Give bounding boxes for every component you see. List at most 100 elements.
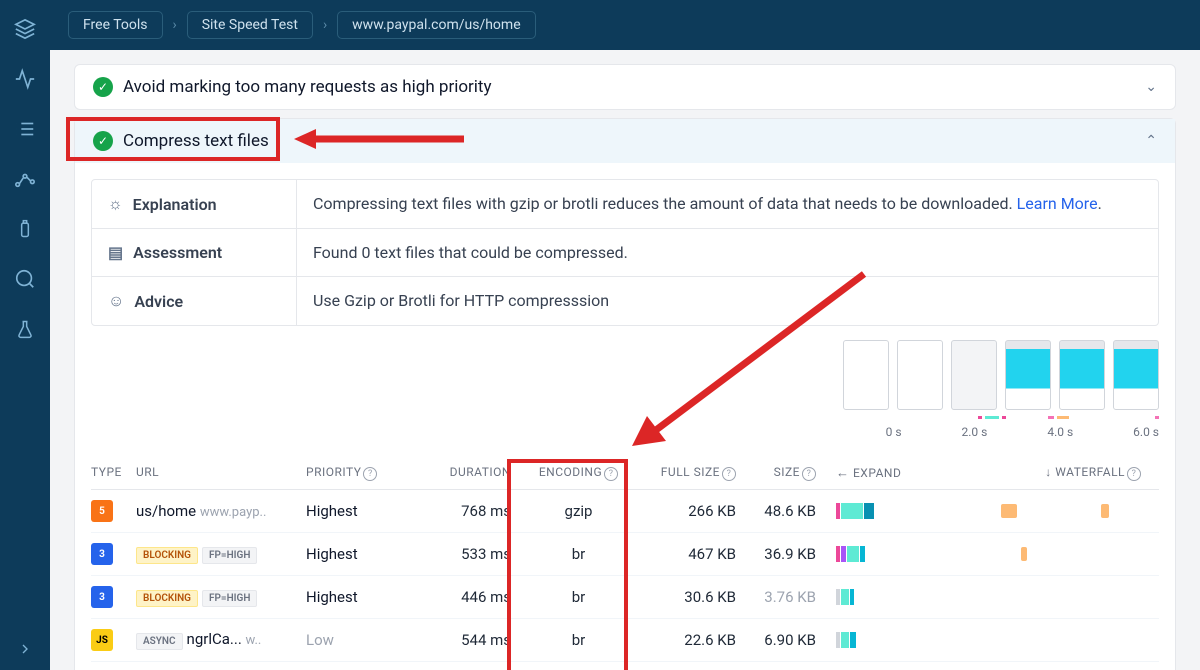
tag: BLOCKING <box>136 590 198 607</box>
url-text: us/home <box>136 502 196 520</box>
help-icon: ? <box>363 467 377 481</box>
assessment-label: ▤ Assessment <box>92 229 297 276</box>
list-icon[interactable] <box>14 118 36 140</box>
layers-icon[interactable] <box>14 18 36 40</box>
accordion-header[interactable]: ✓ Avoid marking too many requests as hig… <box>75 65 1175 109</box>
filmstrip-frame[interactable] <box>897 340 943 410</box>
table-row[interactable]: 3 BLOCKINGFP=HIGH Highest 533 ms br 467 … <box>91 533 1159 576</box>
file-type-icon: JS <box>91 629 113 651</box>
url-cell: us/home www.payp.. <box>136 502 306 520</box>
priority-cell: Highest <box>306 545 426 563</box>
learn-more-link[interactable]: Learn More <box>1017 194 1098 213</box>
help-icon: ? <box>604 467 618 481</box>
encoding-cell: gzip <box>521 502 636 520</box>
breadcrumb-site-speed[interactable]: Site Speed Test <box>187 11 313 39</box>
time-labels: 0 s 2.0 s 4.0 s 6.0 s <box>878 425 1159 439</box>
sidebar <box>0 0 50 670</box>
help-icon: ? <box>1127 467 1141 481</box>
accordion-header[interactable]: ✓ Compress text files ⌃ <box>75 119 1175 163</box>
filmstrip-frame[interactable] <box>843 340 889 410</box>
col-type-header: TYPE <box>91 465 136 481</box>
info-table: ☼ Explanation Compressing text files wit… <box>91 179 1159 326</box>
priority-cell: Highest <box>306 502 426 520</box>
size-cell: 48.6 KB <box>736 502 826 520</box>
col-fullsize-header[interactable]: FULL SIZE? <box>636 465 736 481</box>
chevron-right-icon[interactable] <box>14 638 36 660</box>
bottle-icon[interactable] <box>14 218 36 240</box>
breadcrumb-url[interactable]: www.paypal.com/us/home <box>337 11 535 39</box>
advice-label: ☺ Advice <box>92 277 297 325</box>
url-sub: www.payp.. <box>200 505 267 520</box>
filmstrip-frame[interactable] <box>1005 340 1051 410</box>
size-bars <box>836 502 926 520</box>
col-size-header[interactable]: SIZE? <box>736 465 826 481</box>
tag: FP=HIGH <box>202 547 257 564</box>
advice-text: Use Gzip or Brotli for HTTP compresssion <box>297 277 1158 325</box>
share-icon[interactable] <box>14 168 36 190</box>
col-expand-header[interactable]: ← EXPAND <box>826 465 926 481</box>
resources-table: TYPE URL PRIORITY? DURATION ENCODING? FU… <box>91 457 1159 662</box>
chat-icon: ☺ <box>108 291 124 311</box>
file-type-icon: 3 <box>91 543 113 565</box>
encoding-cell: br <box>521 545 636 563</box>
chevron-right-icon: › <box>323 17 327 33</box>
lightbulb-icon: ☼ <box>108 194 123 214</box>
check-circle-icon: ✓ <box>93 77 113 97</box>
file-type-icon: 3 <box>91 586 113 608</box>
encoding-cell: br <box>521 631 636 649</box>
flask-icon[interactable] <box>14 318 36 340</box>
size-bars <box>836 545 926 563</box>
waterfall-cell <box>926 545 1159 563</box>
url-cell: ASYNCngrlCa... w.. <box>136 630 306 650</box>
fullsize-cell: 22.6 KB <box>636 631 736 649</box>
breadcrumb-free-tools[interactable]: Free Tools <box>68 11 163 39</box>
duration-cell: 533 ms <box>426 545 521 563</box>
help-icon: ? <box>722 467 736 481</box>
tag: ASYNC <box>136 633 183 650</box>
size-cell: 36.9 KB <box>736 545 826 563</box>
table-header-row: TYPE URL PRIORITY? DURATION ENCODING? FU… <box>91 457 1159 490</box>
table-row[interactable]: JS ASYNCngrlCa... w.. Low 544 ms br 22.6… <box>91 619 1159 662</box>
encoding-cell: br <box>521 588 636 606</box>
col-encoding-header[interactable]: ENCODING? <box>521 465 636 481</box>
col-waterfall-header[interactable]: ↓ WATERFALL? <box>926 465 1159 481</box>
file-type-icon: 5 <box>91 500 113 522</box>
size-bars <box>836 631 926 649</box>
check-circle-icon: ✓ <box>93 131 113 151</box>
col-url-header: URL <box>136 465 306 481</box>
tag: FP=HIGH <box>202 590 257 607</box>
fullsize-cell: 467 KB <box>636 545 736 563</box>
url-cell: BLOCKINGFP=HIGH <box>136 544 306 564</box>
filmstrip-frame[interactable] <box>951 340 997 410</box>
help-icon: ? <box>802 467 816 481</box>
chevron-down-icon: ⌄ <box>1145 79 1157 95</box>
clipboard-icon: ▤ <box>108 243 123 262</box>
waterfall-cell <box>926 631 1159 649</box>
waterfall-cell <box>926 502 1159 520</box>
filmstrip: 0 s 2.0 s 4.0 s 6.0 s <box>91 340 1159 439</box>
search-icon[interactable] <box>14 268 36 290</box>
duration-cell: 768 ms <box>426 502 521 520</box>
col-duration-header[interactable]: DURATION <box>426 465 521 481</box>
filmstrip-frame[interactable] <box>1059 340 1105 410</box>
fullsize-cell: 266 KB <box>636 502 736 520</box>
size-bars <box>836 588 926 606</box>
table-row[interactable]: 3 BLOCKINGFP=HIGH Highest 446 ms br 30.6… <box>91 576 1159 619</box>
filmstrip-frame[interactable] <box>1113 340 1159 410</box>
url-text: ngrlCa... <box>187 630 242 648</box>
chevron-right-icon: › <box>173 17 177 33</box>
activity-icon[interactable] <box>14 68 36 90</box>
accordion-item: ✓ Avoid marking too many requests as hig… <box>74 64 1176 110</box>
url-sub: w.. <box>246 633 262 648</box>
duration-cell: 544 ms <box>426 631 521 649</box>
priority-cell: Highest <box>306 588 426 606</box>
priority-cell: Low <box>306 631 426 649</box>
explanation-label: ☼ Explanation <box>92 180 297 228</box>
col-priority-header[interactable]: PRIORITY? <box>306 465 426 481</box>
assessment-text: Found 0 text files that could be compres… <box>297 229 1158 276</box>
tag: BLOCKING <box>136 547 198 564</box>
duration-cell: 446 ms <box>426 588 521 606</box>
size-cell: 3.76 KB <box>736 588 826 606</box>
table-row[interactable]: 5 us/home www.payp.. Highest 768 ms gzip… <box>91 490 1159 533</box>
topbar: Free Tools › Site Speed Test › www.paypa… <box>50 0 1200 50</box>
